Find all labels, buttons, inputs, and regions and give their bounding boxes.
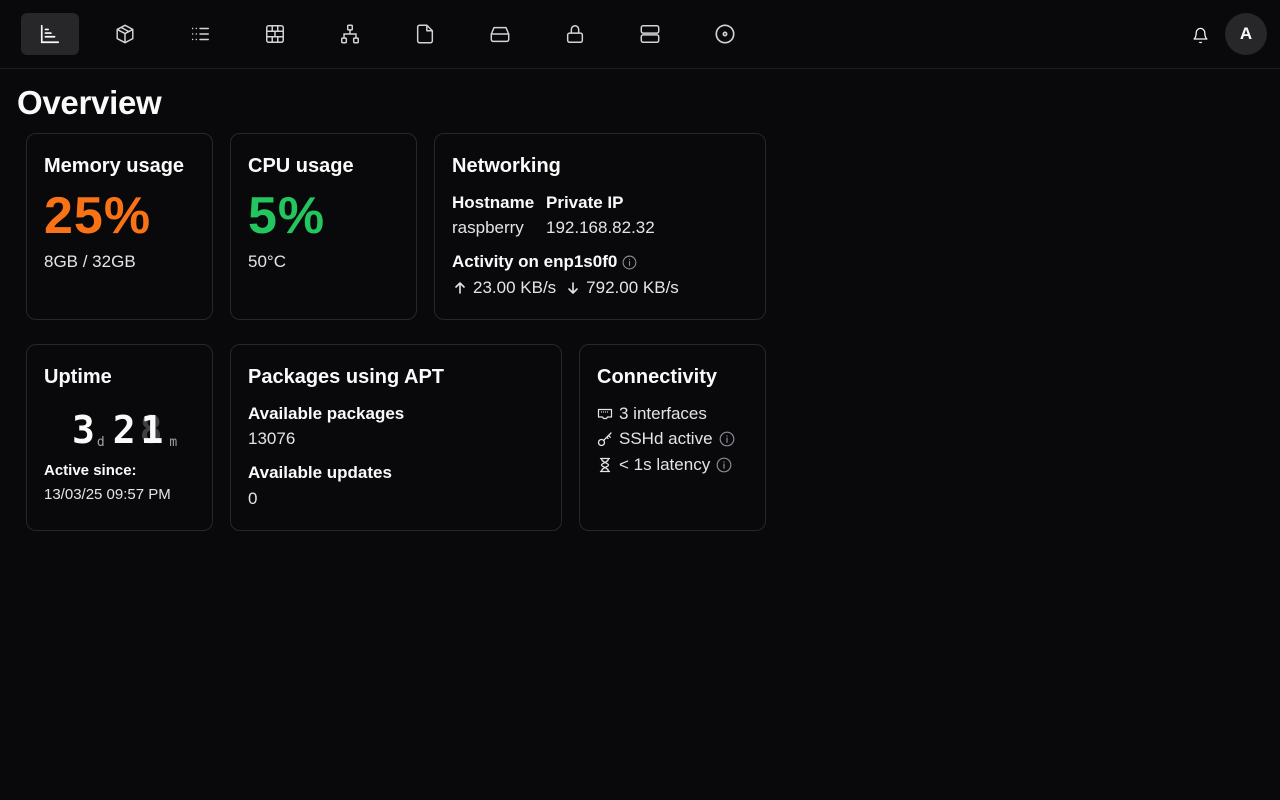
server-icon: [640, 25, 660, 43]
ethernet-port-icon: [597, 408, 613, 420]
uptime-days-unit: d: [96, 435, 105, 450]
nav-packages-button[interactable]: [96, 13, 154, 55]
nav-files-button[interactable]: [396, 13, 454, 55]
uptime-card: Uptime 3 d 2 8 1 m Active since: 13/03/2…: [26, 344, 213, 531]
packages-card-title: Packages using APT: [248, 366, 444, 388]
firewall-icon: [266, 25, 284, 43]
network-icon: [341, 24, 359, 44]
top-navigation-bar: A: [0, 0, 1280, 69]
uptime-minutes-tens: 2: [112, 408, 136, 452]
file-icon: [416, 24, 434, 44]
download-rate: 792.00 KB/s: [586, 278, 679, 297]
list-icon: [191, 27, 209, 41]
activity-label-row: Activity on enp1s0f0: [452, 252, 637, 272]
memory-usage-card: Memory usage 25% 8GB / 32GB: [26, 133, 213, 320]
activity-label: Activity on enp1s0f0: [452, 252, 618, 271]
nav-processes-button[interactable]: [171, 13, 229, 55]
interfaces-count: 3 interfaces: [619, 404, 707, 423]
bell-icon: [1192, 27, 1208, 43]
nav-services-button[interactable]: [621, 13, 679, 55]
nav-overview-button[interactable]: [21, 13, 79, 55]
private-ip-label: Private IP: [546, 193, 624, 212]
interfaces-row: 3 interfaces: [597, 404, 707, 424]
nav-network-button[interactable]: [321, 13, 379, 55]
latency-value: < 1s latency: [619, 455, 711, 474]
available-updates-label: Available updates: [248, 463, 392, 482]
arrow-down-icon: [568, 282, 578, 294]
networking-card: Networking Hostname raspberry Private IP…: [434, 133, 766, 320]
info-icon[interactable]: [716, 457, 732, 473]
available-updates-value: 0: [248, 489, 258, 508]
nav-storage-button[interactable]: [471, 13, 529, 55]
memory-detail: 8GB / 32GB: [44, 252, 136, 271]
active-since-label: Active since:: [44, 462, 137, 479]
arrow-up-icon: [455, 282, 465, 294]
page-title: Overview: [17, 84, 162, 121]
uptime-minutes-unit: m: [169, 435, 178, 450]
user-avatar[interactable]: A: [1225, 13, 1267, 55]
active-since-value: 13/03/25 09:57 PM: [44, 486, 171, 503]
uptime-minutes-digit: 1: [140, 408, 164, 452]
private-ip-value: 192.168.82.32: [546, 218, 655, 237]
uptime-display: 3 d 2 8 1 m: [72, 411, 185, 449]
notifications-button[interactable]: [1187, 22, 1213, 48]
sshd-row: SSHd active: [597, 429, 735, 449]
uptime-card-title: Uptime: [44, 366, 112, 388]
lock-icon: [566, 25, 584, 43]
available-packages-label: Available packages: [248, 404, 405, 423]
chart-icon: [40, 24, 60, 44]
uptime-days-digit: 3: [72, 408, 95, 452]
sshd-status: SSHd active: [619, 429, 713, 448]
memory-card-title: Memory usage: [44, 155, 185, 177]
upload-rate: 23.00 KB/s: [473, 278, 557, 297]
nav-disc-button[interactable]: [696, 13, 754, 55]
cpu-temperature: 50°C: [248, 252, 286, 271]
cpu-usage-card: CPU usage 5% 50°C: [230, 133, 417, 320]
packages-card: Packages using APT Available packages 13…: [230, 344, 562, 531]
nav-firewall-button[interactable]: [246, 13, 304, 55]
memory-percent: 25%: [44, 187, 152, 245]
activity-rates: 23.00 KB/s 792.00 KB/s: [452, 278, 679, 298]
info-icon[interactable]: [719, 431, 735, 447]
drive-icon: [490, 26, 510, 43]
info-icon[interactable]: [622, 255, 637, 270]
connectivity-card: Connectivity 3 interfaces SSHd active < …: [579, 344, 766, 531]
hostname-label: Hostname: [452, 193, 535, 212]
cpu-percent: 5%: [248, 187, 326, 245]
networking-card-title: Networking: [452, 155, 561, 177]
nav-security-button[interactable]: [546, 13, 604, 55]
latency-row: < 1s latency: [597, 455, 732, 475]
cpu-card-title: CPU usage: [248, 155, 354, 177]
key-icon: [597, 432, 612, 447]
disc-icon: [715, 24, 735, 44]
available-packages-value: 13076: [248, 429, 296, 448]
package-icon: [116, 24, 134, 44]
hostname-value: raspberry: [452, 218, 524, 237]
hourglass-icon: [599, 457, 611, 473]
connectivity-card-title: Connectivity: [597, 366, 718, 388]
